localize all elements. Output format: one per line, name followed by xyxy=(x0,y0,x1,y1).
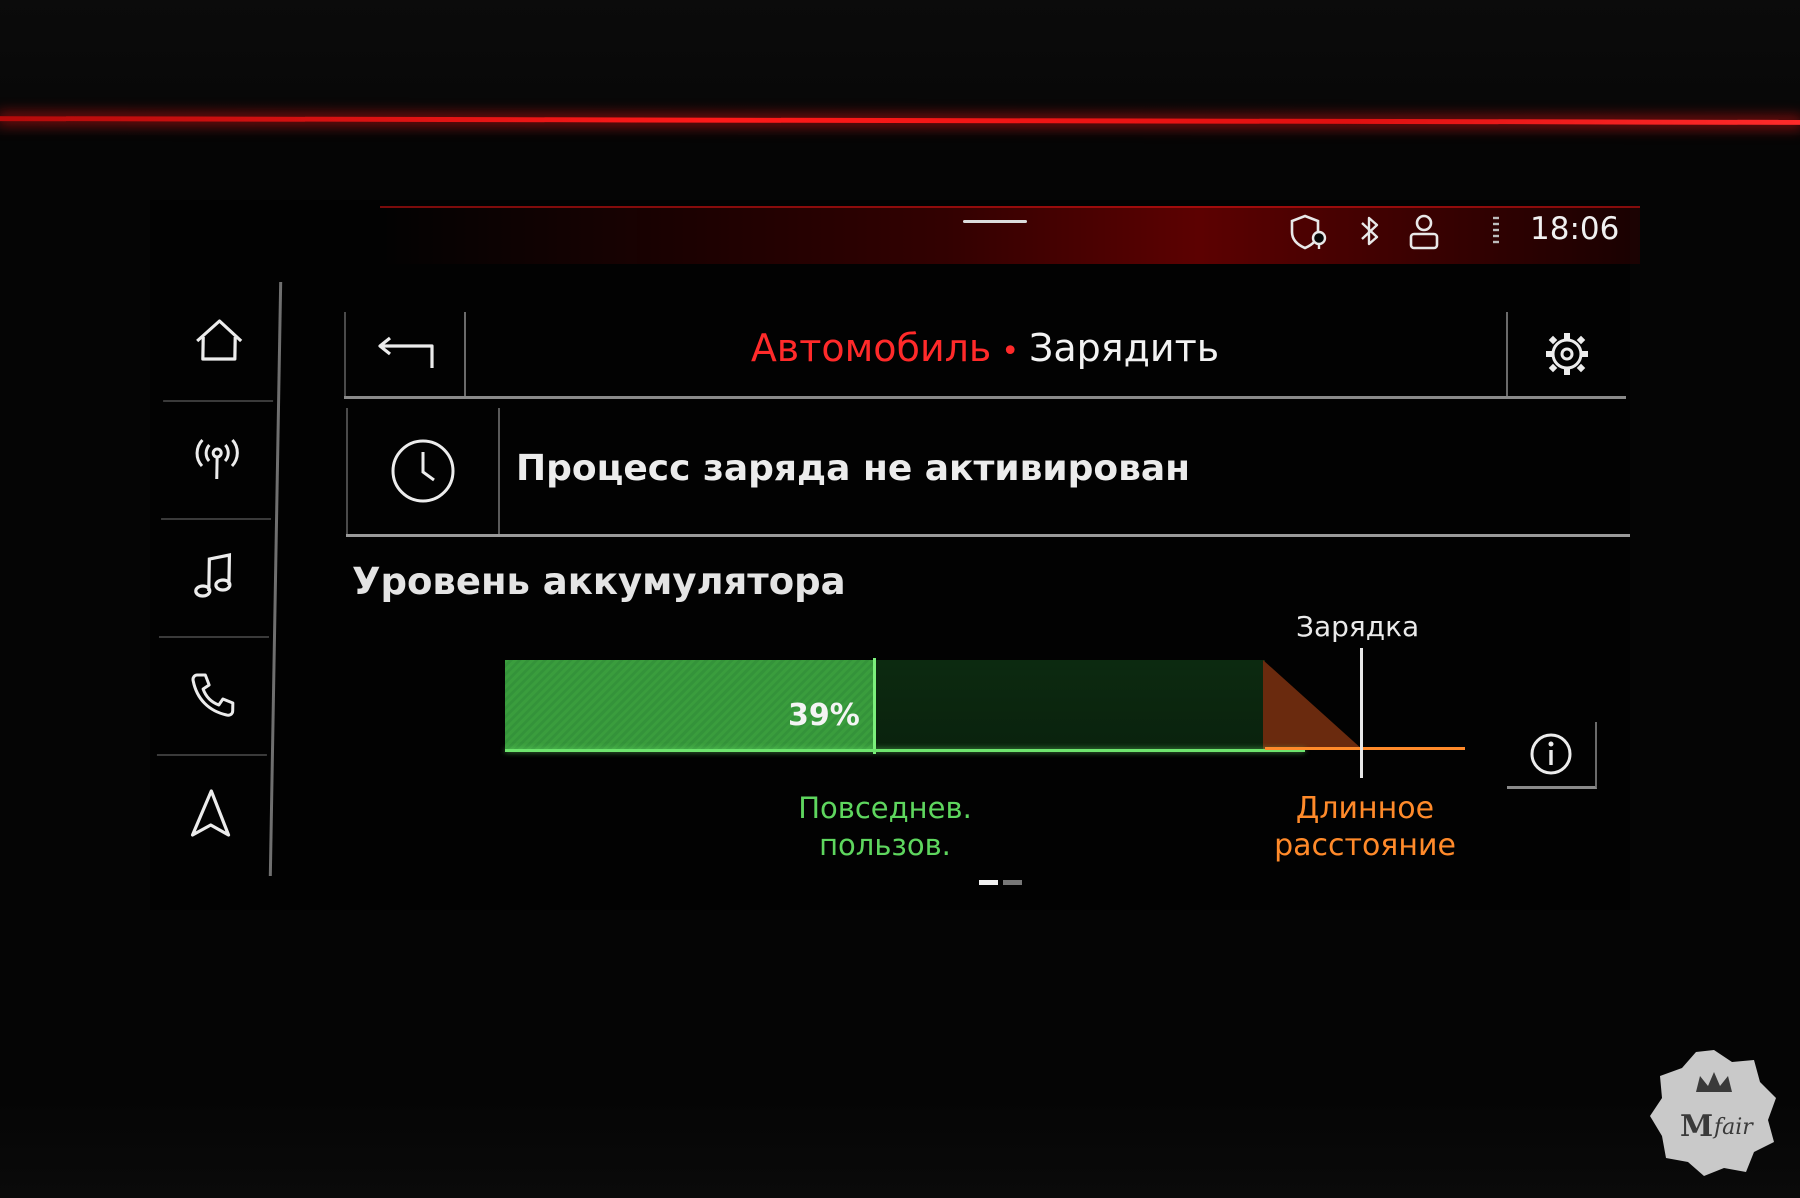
page-indicator xyxy=(979,880,1023,885)
music-note-icon xyxy=(194,553,232,598)
long-distance-label-line1: Длинное xyxy=(1295,791,1435,826)
svg-text:M: M xyxy=(1680,1109,1713,1144)
user-icon xyxy=(1409,214,1439,250)
signal-icon xyxy=(1493,216,1499,244)
long-distance-reserve xyxy=(1263,660,1363,750)
svg-text:fair: fair xyxy=(1712,1115,1754,1140)
breadcrumb-separator: • xyxy=(1001,334,1020,369)
long-distance-label: Длинное расстояние xyxy=(1255,790,1475,864)
sidebar-item-media[interactable] xyxy=(158,518,272,638)
back-arrow-icon xyxy=(378,336,434,368)
everyday-range-line xyxy=(505,749,1305,752)
page-dot[interactable] xyxy=(979,880,998,885)
status-bar xyxy=(380,206,1640,264)
everyday-label-line2: пользов. xyxy=(819,828,951,862)
everyday-label-line1: Повседнев. xyxy=(798,791,972,825)
sidebar-item-navigation[interactable] xyxy=(155,754,267,872)
dashboard-lower-trim xyxy=(0,1100,1800,1198)
long-distance-label-line2: расстояние xyxy=(1274,828,1456,863)
sidebar-item-home[interactable] xyxy=(163,282,276,402)
battery-level-value: 39% xyxy=(788,698,860,733)
back-button[interactable] xyxy=(344,312,466,396)
bluetooth-icon xyxy=(1361,216,1379,246)
sidebar-item-radio[interactable] xyxy=(161,400,274,520)
pull-down-handle[interactable] xyxy=(963,220,1027,223)
charge-marker-label: Зарядка xyxy=(1296,610,1420,643)
phone-icon xyxy=(191,673,235,717)
sidebar xyxy=(154,282,283,876)
dashboard-trim xyxy=(0,0,1800,135)
header-bar: Автомобиль • Зарядить xyxy=(344,312,1626,399)
clock-icon xyxy=(391,439,455,503)
info-icon xyxy=(1530,733,1572,775)
sidebar-item-phone[interactable] xyxy=(156,636,270,756)
charge-status-text: Процесс заряда не активирован xyxy=(516,448,1191,489)
charge-timer-row[interactable]: Процесс заряда не активирован xyxy=(346,408,1630,537)
timer-button[interactable] xyxy=(346,408,500,534)
info-button[interactable] xyxy=(1507,722,1597,789)
everyday-limit-marker xyxy=(873,658,876,754)
page-title: Зарядить xyxy=(1029,326,1220,370)
battery-level-bar: 39% xyxy=(505,648,1465,778)
home-icon xyxy=(196,319,243,361)
shield-location-icon xyxy=(1290,214,1327,250)
watermark-logo: M fair xyxy=(1650,1050,1776,1176)
gear-icon xyxy=(1546,333,1588,375)
breadcrumb: Автомобиль • Зарядить xyxy=(474,326,1496,370)
charge-target-marker[interactable] xyxy=(1360,648,1363,778)
battery-section-title: Уровень аккумулятора xyxy=(352,560,846,603)
settings-button[interactable] xyxy=(1506,312,1626,396)
antenna-icon xyxy=(195,438,239,479)
status-time: 18:06 xyxy=(1530,211,1620,247)
navigation-arrow-icon xyxy=(190,789,231,837)
everyday-use-label: Повседнев. пользов. xyxy=(770,790,1000,864)
breadcrumb-parent[interactable]: Автомобиль xyxy=(751,326,992,370)
long-distance-range-line xyxy=(1265,747,1465,750)
page-dot[interactable] xyxy=(1003,880,1022,885)
